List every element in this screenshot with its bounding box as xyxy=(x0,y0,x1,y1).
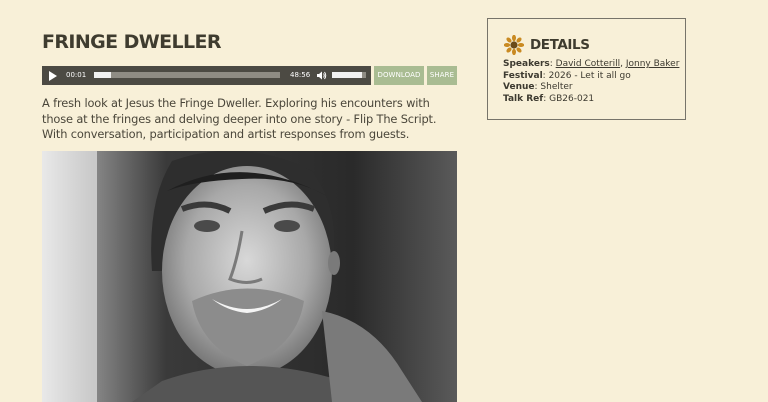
talk-description: A fresh look at Jesus the Fringe Dweller… xyxy=(42,96,437,141)
download-button[interactable]: DOWNLOAD xyxy=(374,66,424,85)
speaker-photo xyxy=(42,151,457,402)
speakers-label: Speakers xyxy=(503,59,550,69)
total-time: 48:56 xyxy=(290,71,311,79)
sunflower-icon xyxy=(504,35,524,55)
talk-ref-row: Talk Ref: GB26-021 xyxy=(503,93,595,104)
venue-label: Venue xyxy=(503,82,535,92)
talk-ref-label: Talk Ref xyxy=(503,93,544,104)
festival-label: Festival xyxy=(503,70,543,81)
progress-fill xyxy=(94,72,111,78)
venue-row: Venue: Shelter xyxy=(503,82,573,92)
venue-value: Shelter xyxy=(540,82,573,92)
festival-row: Festival: 2026 - Let it all go xyxy=(503,70,631,81)
festival-value: 2026 - Let it all go xyxy=(548,70,631,81)
details-heading: DETAILS xyxy=(530,37,590,53)
speaker-link-jonny-baker[interactable]: Jonny Baker xyxy=(626,59,680,69)
current-time: 00:01 xyxy=(66,71,87,79)
progress-bar[interactable] xyxy=(94,72,280,78)
details-panel: DETAILS Speakers: David Cotterill, Jonny… xyxy=(487,18,686,120)
speaker-link-david-cotterill[interactable]: David Cotterill xyxy=(556,59,620,69)
speakers-row: Speakers: David Cotterill, Jonny Baker xyxy=(503,59,680,69)
volume-slider[interactable] xyxy=(332,72,366,78)
talk-ref-value: GB26-021 xyxy=(549,93,595,104)
share-button[interactable]: SHARE xyxy=(427,66,457,85)
details-list: Speakers: David Cotterill, Jonny Baker F… xyxy=(503,59,683,105)
volume-fill xyxy=(332,72,362,78)
audio-player: 00:01 48:56 xyxy=(42,66,371,85)
play-icon[interactable] xyxy=(49,70,57,81)
page-title: FRINGE DWELLER xyxy=(42,31,222,53)
volume-icon[interactable] xyxy=(316,70,327,81)
